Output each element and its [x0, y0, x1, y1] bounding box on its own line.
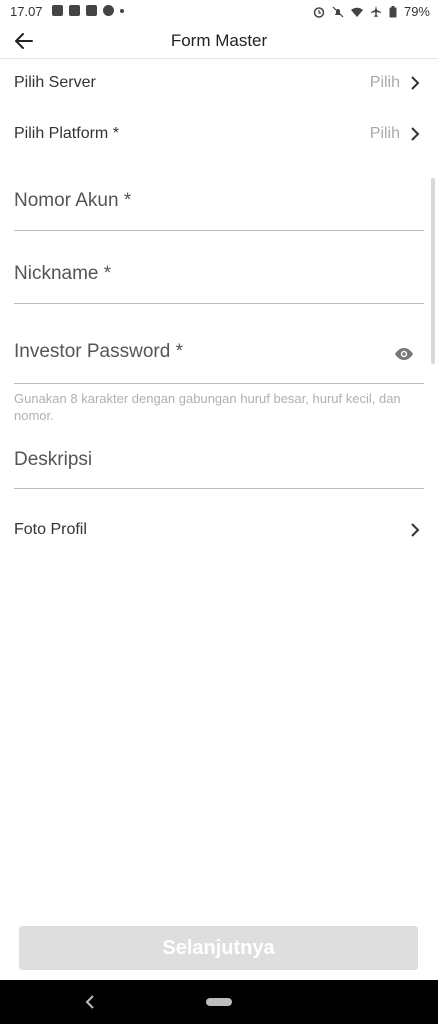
investor-password-underline [14, 383, 424, 384]
select-platform-value: Pilih [369, 125, 400, 142]
system-nav-bar [0, 980, 438, 1024]
account-number-field[interactable]: Nomor Akun * [14, 190, 424, 232]
investor-password-field[interactable]: Investor Password * [14, 341, 424, 385]
select-platform-label: Pilih Platform * [14, 125, 119, 142]
google-icon [103, 5, 114, 16]
account-number-placeholder: Nomor Akun * [14, 190, 132, 211]
profile-photo-row[interactable]: Foto Profil [14, 515, 420, 545]
app-bar: Form Master [0, 24, 438, 59]
alarm-icon [313, 6, 325, 18]
select-server-row[interactable]: Pilih Server Pilih [14, 68, 420, 98]
profile-photo-label: Foto Profil [14, 521, 87, 538]
nickname-field[interactable]: Nickname * [14, 263, 424, 305]
status-time: 17.07 [10, 4, 43, 19]
next-button[interactable]: Selanjutnya [19, 926, 418, 970]
system-icons: 79% [313, 4, 430, 19]
airplane-icon [370, 5, 381, 17]
notifications-off-icon [332, 6, 344, 17]
wifi-icon [350, 7, 363, 17]
password-hint: Gunakan 8 karakter dengan gabungan huruf… [14, 391, 401, 423]
more-notifications-icon [120, 8, 124, 13]
select-server-label: Pilih Server [14, 74, 96, 91]
battery-level: 79% [403, 4, 430, 19]
square-notification-icon [86, 5, 97, 16]
nav-home-pill[interactable] [206, 998, 232, 1006]
page-title: Form Master [170, 31, 268, 50]
chevron-right-icon [411, 76, 420, 90]
nav-back-icon[interactable] [84, 994, 96, 1010]
image-notification-icon [52, 5, 63, 16]
nickname-placeholder: Nickname * [14, 263, 112, 284]
select-server-value: Pilih [369, 74, 400, 91]
select-platform-row[interactable]: Pilih Platform * Pilih [14, 119, 420, 149]
notification-icons [52, 5, 124, 16]
app-notification-icon [69, 5, 80, 16]
description-underline [14, 488, 424, 489]
investor-password-placeholder: Investor Password * [14, 341, 183, 362]
battery-icon [389, 5, 397, 17]
account-number-underline [14, 230, 424, 231]
description-placeholder: Deskripsi [14, 449, 93, 470]
nickname-underline [14, 303, 424, 304]
chevron-right-icon [411, 523, 420, 537]
eye-icon[interactable] [394, 347, 414, 361]
chevron-right-icon [411, 127, 420, 141]
scrollbar[interactable] [431, 178, 435, 364]
description-field[interactable]: Deskripsi [14, 449, 424, 491]
status-bar: 17.07 79% [0, 0, 438, 24]
